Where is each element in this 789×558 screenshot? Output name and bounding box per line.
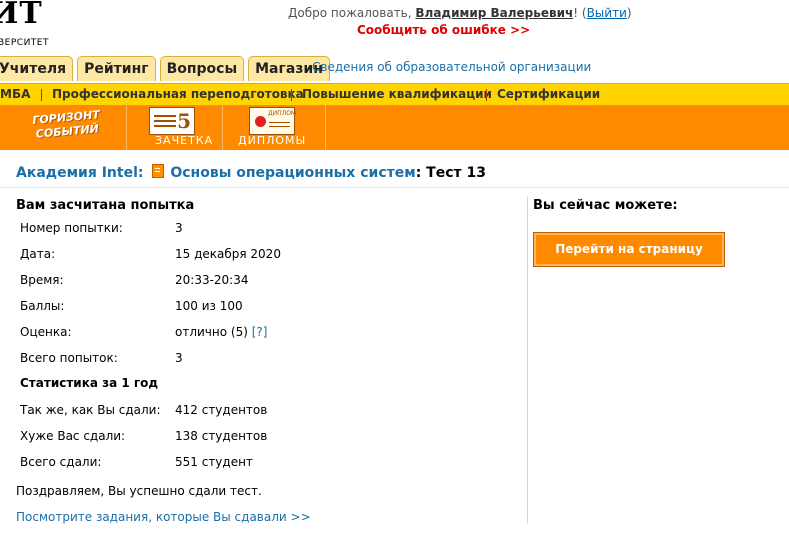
diploma-seal-icon xyxy=(255,116,266,127)
main-tabs: Учителя Рейтинг Вопросы Магазин xyxy=(0,56,334,82)
total-attempts-label: Всего попыток: xyxy=(20,351,118,365)
tab-teachers[interactable]: Учителя xyxy=(0,56,74,81)
view-tasks-link[interactable]: Посмотрите задания, которые Вы сдавали >… xyxy=(16,510,311,524)
grade-label: Оценка: xyxy=(20,325,72,339)
same-as-you-value: 412 студентов xyxy=(175,403,268,417)
diploma-icon: ДИПЛОМ xyxy=(249,107,297,135)
course-book-icon xyxy=(152,164,165,178)
breadcrumb-test-title: Тест 13 xyxy=(426,165,486,181)
nav-mba[interactable]: МБА xyxy=(0,84,30,105)
nav-advanced-training[interactable]: Повышение квалификации xyxy=(302,84,492,105)
student-tools-bar: ГОРИЗОНТ СОБЫТИЙ 5 ЗАЧЕТКА ДИПЛОМ ДИПЛОМ… xyxy=(0,105,789,150)
grade-help-link[interactable]: [?] xyxy=(252,325,268,339)
programs-nav: МБА Профессиональная переподготовка Повы… xyxy=(0,83,789,106)
nav-separator xyxy=(41,89,42,101)
logo-main-text: ИТ xyxy=(0,0,43,31)
nav-separator xyxy=(486,89,487,101)
actions-title: Вы сейчас можете: xyxy=(533,198,678,213)
user-name-link[interactable]: Владимир Валерьевич xyxy=(415,6,573,20)
breadcrumb-separator: : xyxy=(137,165,144,181)
report-error-link[interactable]: Сообщить об ошибке >> xyxy=(357,23,530,37)
header-divider xyxy=(0,187,789,188)
date-value: 15 декабря 2020 xyxy=(175,247,281,261)
total-passed-label: Всего сдали: xyxy=(20,455,102,469)
welcome-prefix: Добро пожаловать, xyxy=(288,6,412,20)
site-logo[interactable]: ИТ ВЕРСИТЕТ xyxy=(0,0,50,52)
diploma-badge-text: ДИПЛОМ xyxy=(268,110,297,117)
breadcrumb-org-link[interactable]: Академия Intel xyxy=(16,165,138,181)
toolbar-divider xyxy=(126,105,127,150)
toolbar-divider xyxy=(325,105,326,150)
breadcrumb-separator: : xyxy=(415,165,422,181)
logout-close-paren: ) xyxy=(626,6,632,20)
grade-value: отлично (5) xyxy=(175,325,248,339)
nav-certifications[interactable]: Сертификации xyxy=(497,84,600,105)
horizon-events-link[interactable]: ГОРИЗОНТ СОБЫТИЙ xyxy=(11,106,124,149)
tab-rating[interactable]: Рейтинг xyxy=(77,56,156,81)
breadcrumb: Академия Intel: Основы операционных сист… xyxy=(16,164,486,181)
time-value: 20:33-20:34 xyxy=(175,273,249,287)
attempt-result-title: Вам засчитана попытка xyxy=(16,198,195,213)
gradebook-icon: 5 xyxy=(149,107,195,135)
gradebook-number: 5 xyxy=(177,109,191,133)
score-label: Баллы: xyxy=(20,299,65,313)
column-divider xyxy=(527,196,528,524)
welcome-line: Добро пожаловать, Владимир Валерьевич! (… xyxy=(288,6,632,20)
welcome-exclamation: ! xyxy=(573,6,579,20)
logout-link[interactable]: Выйти xyxy=(587,6,627,20)
tab-questions[interactable]: Вопросы xyxy=(159,56,245,81)
logo-sub-text: ВЕРСИТЕТ xyxy=(0,38,49,48)
attempt-number-label: Номер попытки: xyxy=(20,221,123,235)
worse-than-you-value: 138 студентов xyxy=(175,429,268,443)
score-value: 100 из 100 xyxy=(175,299,243,313)
total-passed-value: 551 студент xyxy=(175,455,253,469)
worse-than-you-label: Хуже Вас сдали: xyxy=(20,429,126,443)
total-attempts-value: 3 xyxy=(175,351,183,365)
same-as-you-label: Так же, как Вы сдали: xyxy=(20,403,161,417)
grade-value-row: отлично (5) [?] xyxy=(175,325,267,339)
diplomas-label: ДИПЛОМЫ xyxy=(238,134,307,147)
time-label: Время: xyxy=(20,273,64,287)
gradebook-label: ЗАЧЕТКА xyxy=(155,134,214,147)
stats-title: Статистика за 1 год xyxy=(20,376,159,390)
attempt-number-value: 3 xyxy=(175,221,183,235)
congrats-message: Поздравляем, Вы успешно сдали тест. xyxy=(16,484,262,498)
nav-retraining[interactable]: Профессиональная переподготовка xyxy=(52,84,304,105)
nav-separator xyxy=(291,89,292,101)
date-label: Дата: xyxy=(20,247,56,261)
edu-org-info-link[interactable]: Сведения об образовательной организации xyxy=(312,60,591,74)
go-to-course-button[interactable]: Перейти на страницу курса xyxy=(533,232,725,289)
toolbar-divider xyxy=(222,105,223,150)
breadcrumb-course-link[interactable]: Основы операционных систем xyxy=(170,165,415,181)
